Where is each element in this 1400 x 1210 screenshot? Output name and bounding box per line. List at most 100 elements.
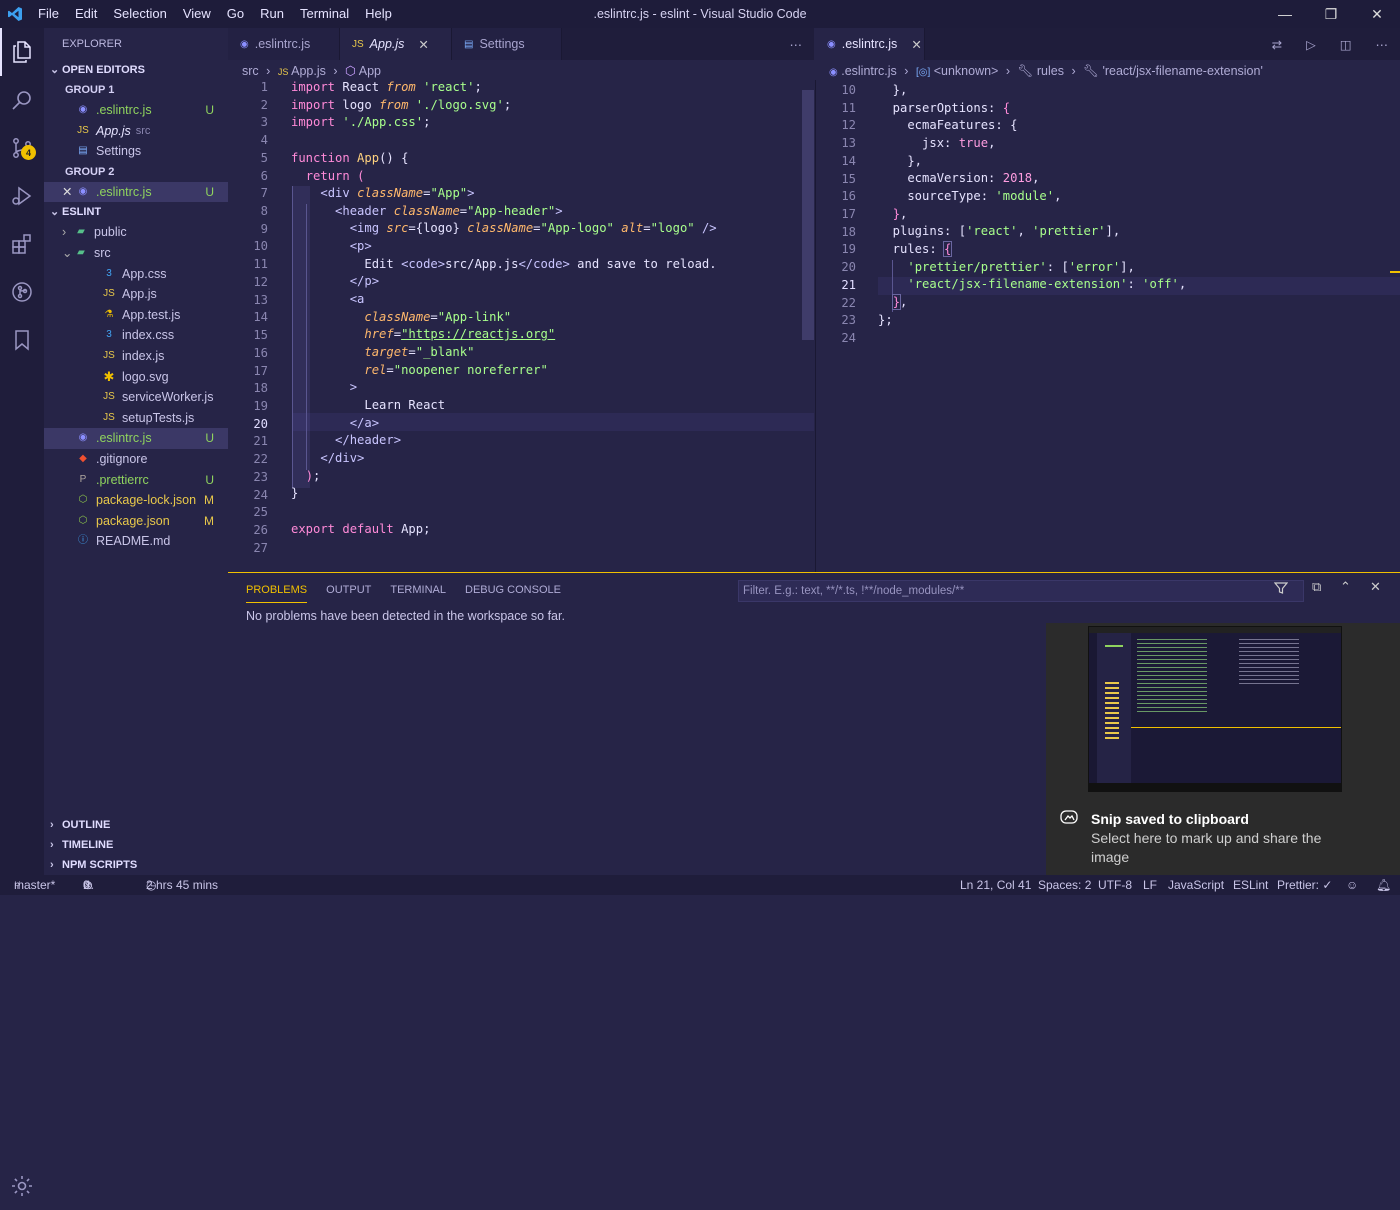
tree-file-setuptests[interactable]: JS setupTests.js xyxy=(44,408,228,429)
extensions-icon[interactable] xyxy=(0,220,44,268)
maximize-button[interactable]: ❐ xyxy=(1308,0,1354,28)
menu-terminal[interactable]: Terminal xyxy=(292,0,357,28)
tree-file-indexcss[interactable]: 3 index.css xyxy=(44,325,228,346)
tab-appjs[interactable]: JS App.js ✕ xyxy=(340,28,452,60)
npm-file-icon: ⬡ xyxy=(76,490,90,511)
tree-file-eslintrc[interactable]: ◉ .eslintrc.js U xyxy=(44,428,228,449)
tree-file-readme[interactable]: ⓘ README.md xyxy=(44,531,228,552)
tree-file-gitignore[interactable]: ◆ .gitignore xyxy=(44,449,228,470)
tree-file-serviceworker[interactable]: JS serviceWorker.js xyxy=(44,387,228,408)
outline-section[interactable]: ›OUTLINE xyxy=(44,815,228,835)
open-editors-section[interactable]: ⌄OPEN EDITORS xyxy=(44,60,228,80)
chevron-right-icon: › xyxy=(62,222,74,243)
close-icon[interactable]: ✕ xyxy=(62,182,76,203)
menu-help[interactable]: Help xyxy=(357,0,400,28)
close-panel-icon[interactable]: ✕ xyxy=(1370,579,1381,595)
language-mode[interactable]: JavaScript xyxy=(1168,875,1224,895)
scroll-marker xyxy=(1390,271,1400,273)
feedback-icon[interactable]: ☺ xyxy=(1346,875,1358,895)
tab-eslintrc[interactable]: ◉ .eslintrc.js xyxy=(228,28,340,60)
notifications-icon[interactable]: 🔔︎ xyxy=(1376,875,1391,895)
collapse-all-icon[interactable]: ⧉ xyxy=(1312,579,1321,595)
breadcrumb-item[interactable]: App.js xyxy=(291,64,326,78)
menu-edit[interactable]: Edit xyxy=(67,0,105,28)
open-editor-eslintrc[interactable]: ◉ .eslintrc.js U xyxy=(44,100,228,121)
line-number: 25 xyxy=(228,505,268,519)
file-label: setupTests.js xyxy=(122,408,194,429)
filter-icon[interactable] xyxy=(1274,581,1288,598)
time-label: 2 hrs 45 mins xyxy=(146,875,218,895)
tree-file-appcss[interactable]: 3 App.css xyxy=(44,264,228,285)
menu-run[interactable]: Run xyxy=(252,0,292,28)
compare-changes-icon[interactable]: ⇄ xyxy=(1260,28,1294,60)
menu-go[interactable]: Go xyxy=(219,0,252,28)
indentation[interactable]: Spaces: 2 xyxy=(1038,875,1091,895)
open-editor-appjs[interactable]: JS App.js src xyxy=(44,121,228,142)
settings-gear-icon[interactable] xyxy=(0,1162,44,1210)
menu-selection[interactable]: Selection xyxy=(105,0,174,28)
cursor-position[interactable]: Ln 21, Col 41 xyxy=(960,875,1031,895)
tab-problems[interactable]: PROBLEMS xyxy=(246,578,307,603)
git-graph-icon[interactable] xyxy=(0,268,44,316)
run-debug-icon[interactable] xyxy=(0,172,44,220)
more-actions-icon[interactable]: ⋯ xyxy=(1364,28,1400,60)
breadcrumb-item[interactable]: src xyxy=(242,64,259,78)
breadcrumb-item[interactable]: 'react/jsx-filename-extension' xyxy=(1102,64,1262,78)
line-number: 22 xyxy=(816,296,856,310)
prettier-status[interactable]: Prettier: ✓ xyxy=(1277,875,1332,895)
tab-terminal[interactable]: TERMINAL xyxy=(390,578,446,602)
tree-folder-public[interactable]: › ▰ public xyxy=(44,222,228,243)
search-icon[interactable] xyxy=(0,76,44,124)
tree-file-apptestjs[interactable]: ⚗ App.test.js xyxy=(44,305,228,326)
source-control-icon[interactable]: 4 xyxy=(0,124,44,172)
tab-eslintrc-group2[interactable]: ◉ .eslintrc.js ✕ xyxy=(815,28,925,60)
problems-filter-input[interactable]: Filter. E.g.: text, **/*.ts, !**/node_mo… xyxy=(738,580,1304,602)
eslint-status[interactable]: ESLint xyxy=(1233,875,1268,895)
split-editor-icon[interactable]: ◫ xyxy=(1328,28,1364,60)
settings-file-icon: ▤ xyxy=(464,39,473,50)
files-icon[interactable] xyxy=(0,28,44,76)
screenshot-thumbnail[interactable] xyxy=(1088,626,1342,792)
status-badge: U xyxy=(205,100,214,121)
editor1-code[interactable]: 1234567891011121314151617181920212223242… xyxy=(228,80,814,572)
tree-file-indexjs[interactable]: JS index.js xyxy=(44,346,228,367)
menu-view[interactable]: View xyxy=(175,0,219,28)
encoding[interactable]: UTF-8 xyxy=(1098,875,1132,895)
menu-file[interactable]: File xyxy=(30,0,67,28)
timeline-section[interactable]: ›TIMELINE xyxy=(44,835,228,855)
maximize-panel-icon[interactable]: ⌃ xyxy=(1340,579,1351,595)
line-number: 11 xyxy=(228,257,268,271)
project-section[interactable]: ⌄ESLINT xyxy=(44,202,228,222)
tab-output[interactable]: OUTPUT xyxy=(326,578,371,602)
tree-file-appjs[interactable]: JS App.js xyxy=(44,284,228,305)
close-window-button[interactable]: ✕ xyxy=(1354,0,1400,28)
tree-file-packagelock[interactable]: ⬡ package-lock.json M xyxy=(44,490,228,511)
tab-debug-console[interactable]: DEBUG CONSOLE xyxy=(465,578,561,602)
npm-scripts-section[interactable]: ›NPM SCRIPTS xyxy=(44,855,228,875)
bookmarks-icon[interactable] xyxy=(0,316,44,364)
editor2-code[interactable]: 101112131415161718192021222324 }, parser… xyxy=(815,80,1400,572)
breadcrumb: src › JS App.js › ⬡ App xyxy=(242,60,381,82)
tab-settings[interactable]: ▤ Settings xyxy=(452,28,562,60)
minimize-button[interactable]: — xyxy=(1262,0,1308,28)
close-tab-icon[interactable]: ✕ xyxy=(911,37,921,52)
line-number: 23 xyxy=(228,470,268,484)
more-actions-icon[interactable]: ⋯ xyxy=(778,28,815,60)
tree-folder-src[interactable]: ⌄ ▰ src xyxy=(44,243,228,264)
close-tab-icon[interactable]: ✕ xyxy=(418,37,428,52)
open-editor-settings[interactable]: ▤ Settings xyxy=(44,141,228,162)
breadcrumb-item[interactable]: <unknown> xyxy=(934,64,999,78)
run-icon[interactable]: ▷ xyxy=(1294,28,1328,60)
tree-file-packagejson[interactable]: ⬡ package.json M xyxy=(44,511,228,532)
breadcrumb-item[interactable]: App xyxy=(359,64,381,78)
open-editor-eslintrc-group2[interactable]: ✕ ◉ .eslintrc.js U xyxy=(44,182,228,203)
eslint-file-icon: ◉ xyxy=(76,100,90,121)
tree-file-logosvg[interactable]: ✱ logo.svg xyxy=(44,367,228,388)
scrollbar[interactable] xyxy=(802,90,814,340)
snip-notification[interactable]: Snip saved to clipboard Select here to m… xyxy=(1046,623,1400,875)
tree-file-prettierrc[interactable]: P .prettierrc U xyxy=(44,470,228,491)
breadcrumb-item[interactable]: .eslintrc.js xyxy=(841,64,897,78)
line-ending[interactable]: LF xyxy=(1143,875,1157,895)
settings-file-icon: ▤ xyxy=(76,141,90,162)
breadcrumb-item[interactable]: rules xyxy=(1037,64,1064,78)
